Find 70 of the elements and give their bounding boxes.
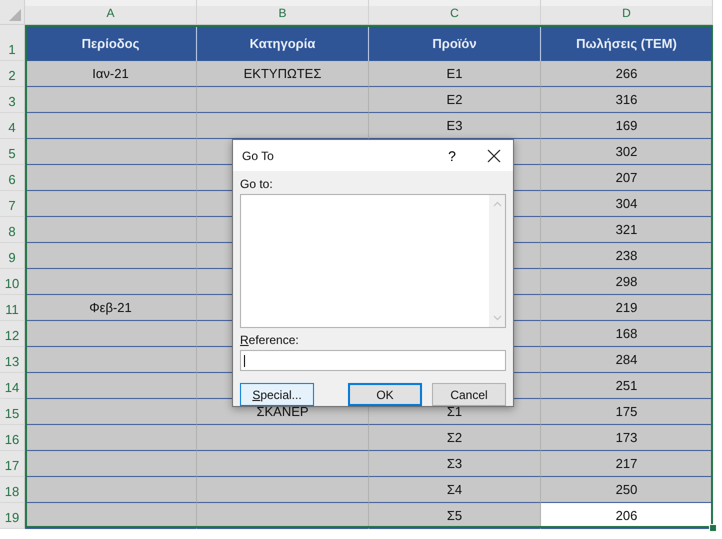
table-cell: 207 — [541, 165, 713, 191]
table-cell: Ιαν-21 — [25, 61, 197, 87]
row-header[interactable]: 15 — [0, 399, 25, 425]
row-header[interactable]: 12 — [0, 321, 25, 347]
row-header[interactable]: 3 — [0, 87, 25, 113]
dialog-title: Go To — [242, 148, 275, 162]
row-header[interactable]: 5 — [0, 139, 25, 165]
table-cell: Φεβ-21 — [25, 295, 197, 321]
header-cell: Περίοδος — [25, 25, 197, 61]
table-cell: Σ2 — [369, 425, 541, 451]
row-header[interactable]: 4 — [0, 113, 25, 139]
cancel-button[interactable]: Cancel — [432, 383, 506, 406]
column-header[interactable]: A — [25, 0, 197, 25]
row-header[interactable]: 10 — [0, 269, 25, 295]
table-cell: 298 — [541, 269, 713, 295]
table-cell: 266 — [541, 61, 713, 87]
row-header[interactable]: 6 — [0, 165, 25, 191]
column-header[interactable]: D — [541, 0, 713, 25]
reference-label: Reference: — [240, 333, 299, 347]
column-header[interactable]: C — [369, 0, 541, 25]
reference-field[interactable] — [240, 350, 506, 371]
row-header[interactable]: 11 — [0, 295, 25, 321]
row-header[interactable]: 2 — [0, 61, 25, 87]
table-cell: 284 — [541, 347, 713, 373]
row-header[interactable]: 18 — [0, 477, 25, 503]
header-cell: Κατηγορία — [197, 25, 369, 61]
table-cell: 217 — [541, 451, 713, 477]
table-cell: Ε1 — [369, 61, 541, 87]
table-cell: 169 — [541, 113, 713, 139]
corner-triangle-icon — [9, 9, 21, 21]
table-cell: 175 — [541, 399, 713, 425]
row-header[interactable]: 17 — [0, 451, 25, 477]
table-cell: 304 — [541, 191, 713, 217]
special-button[interactable]: Special... — [240, 383, 314, 406]
scrollbar[interactable] — [489, 195, 505, 327]
row-header[interactable]: 1 — [0, 25, 25, 61]
table-cell: 316 — [541, 87, 713, 113]
select-all-corner[interactable] — [0, 0, 25, 25]
header-cell: Προϊόν — [369, 25, 541, 61]
table-cell: 168 — [541, 321, 713, 347]
column-header[interactable]: B — [197, 0, 369, 25]
row-header[interactable]: 19 — [0, 503, 25, 529]
scroll-down-icon[interactable] — [492, 315, 502, 321]
row-header[interactable]: 16 — [0, 425, 25, 451]
go-to-label: Go to: — [240, 177, 273, 191]
table-cell: Σ3 — [369, 451, 541, 477]
row-header[interactable]: 9 — [0, 243, 25, 269]
close-icon — [487, 148, 501, 162]
table-cell: 251 — [541, 373, 713, 399]
go-to-list[interactable] — [240, 194, 506, 328]
table-cell: Ε3 — [369, 113, 541, 139]
table-cell: 219 — [541, 295, 713, 321]
row-header[interactable]: 13 — [0, 347, 25, 373]
table-cell: 302 — [541, 139, 713, 165]
ok-button[interactable]: OK — [348, 383, 422, 406]
row-header[interactable]: 7 — [0, 191, 25, 217]
table-cell: Σ5 — [369, 503, 541, 529]
table-cell: 173 — [541, 425, 713, 451]
table-cell: 250 — [541, 477, 713, 503]
table-cell: ΕΚΤΥΠΩΤΕΣ — [197, 61, 369, 87]
help-button[interactable]: ? — [435, 142, 469, 170]
table-cell: Ε2 — [369, 87, 541, 113]
scroll-up-icon[interactable] — [492, 201, 502, 207]
table-cell: Σ4 — [369, 477, 541, 503]
row-header[interactable]: 14 — [0, 373, 25, 399]
table-cell: 321 — [541, 217, 713, 243]
fill-handle[interactable] — [709, 524, 717, 532]
row-header[interactable]: 8 — [0, 217, 25, 243]
table-cell: 238 — [541, 243, 713, 269]
header-cell: Πωλήσεις (ΤΕΜ) — [541, 25, 713, 61]
